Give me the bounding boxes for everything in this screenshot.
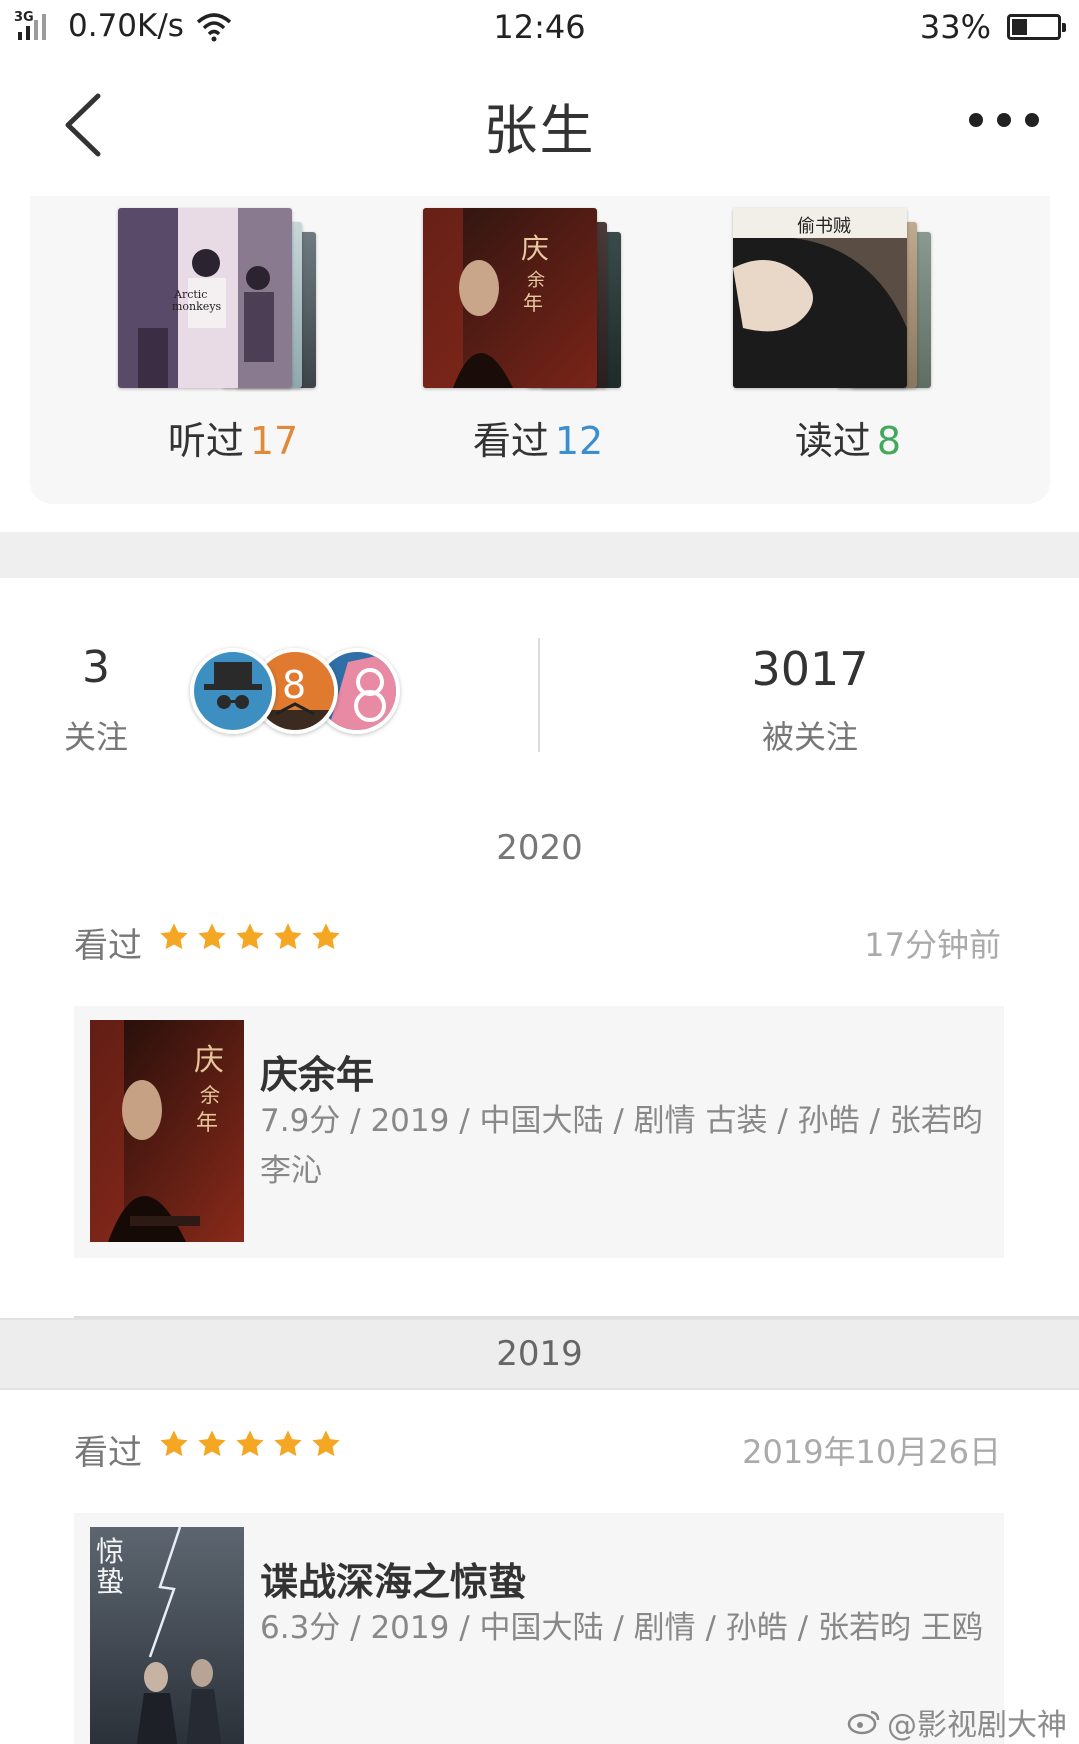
star-icon (198, 1430, 226, 1457)
poster-stack: 庆 余 年 (423, 208, 653, 388)
movie-meta: 6.3分 / 2019 / 中国大陆 / 剧情 / 孙皓 / 张若昀 王鸥 (260, 1610, 983, 1646)
star-icon (312, 1430, 340, 1457)
book-cover: 偷书贼 (733, 208, 907, 388)
collection-read[interactable]: 偷书贼 读过 8 (733, 208, 963, 488)
album-cover: Arctic monkeys (118, 208, 292, 388)
collection-listened[interactable]: Arctic monkeys 听过 17 (118, 208, 348, 488)
following-avatars[interactable]: 8 (190, 648, 410, 740)
collection-label: 看过 12 (472, 419, 604, 463)
svg-text:庆: 庆 (194, 1043, 224, 1078)
collection-watched[interactable]: 庆 余 年 看过 12 (423, 208, 653, 488)
status-bar: 3G 0.70K/s 12:46 33% (0, 0, 1079, 56)
following-label[interactable]: 关注 (40, 712, 152, 758)
rating-stars (158, 921, 342, 953)
collection-card: Arctic monkeys 听过 17 庆 余 年 看过 12 偷书贼 读过 … (30, 196, 1050, 504)
svg-text:monkeys: monkeys (172, 300, 222, 313)
svg-text:惊: 惊 (96, 1535, 124, 1568)
rating-stars (158, 1428, 342, 1460)
entry-action: 看过 (74, 926, 142, 966)
more-options-icon[interactable] (969, 100, 1039, 140)
star-icon (274, 923, 302, 950)
movie-card[interactable]: 庆 余 年 庆余年 7.9分 / 2019 / 中国大陆 / 剧情 古装 / 孙… (74, 1006, 1004, 1258)
movie-poster[interactable]: 惊 蛰 (90, 1527, 244, 1744)
star-icon (198, 923, 226, 950)
year-header: 2020 (496, 828, 583, 868)
svg-text:余: 余 (527, 270, 545, 291)
entry-time: 2019年10月26日 (742, 1433, 1001, 1471)
movie-poster[interactable]: 庆 余 年 (90, 1020, 244, 1242)
avatar[interactable] (190, 648, 276, 734)
collection-label: 读过 8 (794, 419, 902, 463)
svg-text:庆: 庆 (521, 232, 549, 265)
book-cover-stack: 偷书贼 (733, 208, 963, 388)
svg-text:蛰: 蛰 (96, 1565, 124, 1598)
star-icon (160, 923, 188, 950)
section-divider (0, 532, 1079, 578)
battery-percent: 33% (919, 8, 991, 46)
year-header: 2019 (496, 1334, 583, 1374)
svg-text:年: 年 (523, 291, 543, 315)
svg-text:年: 年 (196, 1111, 218, 1136)
vertical-divider (538, 638, 540, 752)
battery-icon (1007, 14, 1066, 40)
star-icon (160, 1430, 188, 1457)
star-icon (236, 923, 264, 950)
movie-meta: 7.9分 / 2019 / 中国大陆 / 剧情 古装 / 孙皓 / 张若昀 李沁 (260, 1103, 983, 1189)
star-icon (236, 1430, 264, 1457)
svg-text:余: 余 (200, 1083, 220, 1107)
movie-title[interactable]: 庆余年 (260, 1044, 374, 1099)
star-icon (274, 1430, 302, 1457)
weibo-icon (847, 1710, 880, 1735)
album-cover-stack: Arctic monkeys (118, 208, 348, 388)
followers-label[interactable]: 被关注 (690, 712, 930, 758)
svg-text:8: 8 (282, 663, 306, 707)
watermark: @影视剧大神 (847, 1700, 1067, 1744)
svg-text:偷书贼: 偷书贼 (797, 216, 851, 237)
followers-count[interactable]: 3017 (690, 642, 930, 696)
poster-cover: 庆 余 年 (423, 208, 597, 388)
entry-action: 看过 (74, 1433, 142, 1473)
page-title: 张生 (483, 99, 596, 162)
nav-bar: 张生 (0, 60, 1079, 190)
entry-time: 17分钟前 (864, 926, 1001, 964)
following-count[interactable]: 3 (40, 642, 152, 693)
movie-title[interactable]: 谍战深海之惊蛰 (260, 1551, 526, 1606)
star-icon (312, 923, 340, 950)
clock: 12:46 (493, 8, 586, 46)
collection-label: 听过 17 (167, 419, 299, 463)
